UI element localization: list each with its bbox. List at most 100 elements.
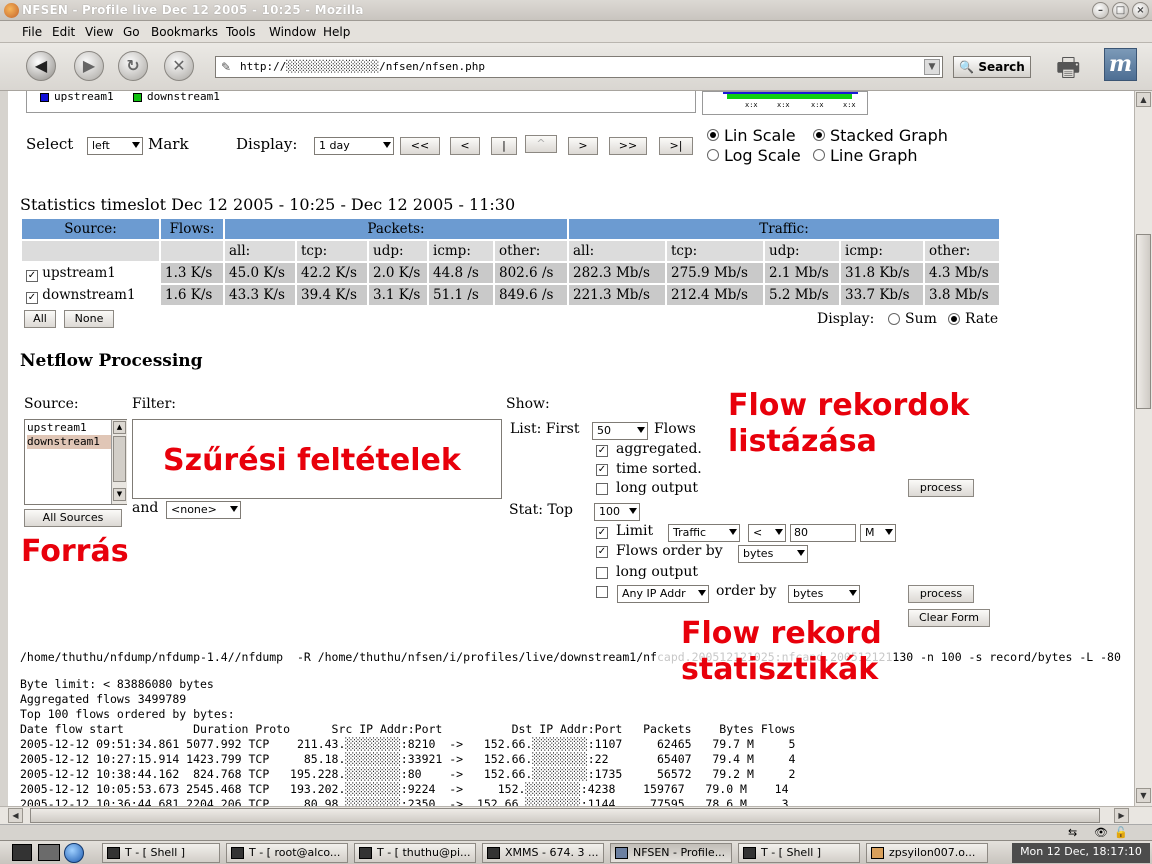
menu-help[interactable]: Help <box>323 25 350 39</box>
menu-go[interactable]: Go <box>123 25 140 39</box>
limit-field-dropdown[interactable]: Traffic <box>668 524 740 542</box>
stat-top-dropdown[interactable]: 100 <box>594 503 640 521</box>
nav-fast-forward-button[interactable]: >> <box>609 137 647 155</box>
minimize-button[interactable]: – <box>1092 2 1109 19</box>
menu-bookmarks[interactable]: Bookmarks <box>151 25 218 39</box>
command-line: /home/thuthu/nfdump/nfdump-1.4//nfdump -… <box>20 650 1121 664</box>
stop-button[interactable]: ✕ <box>164 51 194 81</box>
source-option-upstream1[interactable]: upstream1 <box>27 421 111 435</box>
scroll-right-icon[interactable]: ▶ <box>1114 808 1129 823</box>
task-thuthu[interactable]: T - [ thuthu@pi... <box>354 843 476 863</box>
any-ip-value: Any IP Addr <box>622 587 686 600</box>
close-button[interactable]: × <box>1132 2 1149 19</box>
url-text[interactable]: http://░░░░░░░░░░░░░░/nfsen/nfsen.php <box>240 60 485 73</box>
clear-form-button[interactable]: Clear Form <box>908 609 990 627</box>
limit-label: Limit <box>616 523 654 539</box>
scroll-up-icon[interactable]: ▲ <box>113 421 126 434</box>
scroll-down-icon[interactable]: ▼ <box>1136 788 1151 803</box>
nav-first-button[interactable]: << <box>400 137 440 155</box>
packets-all: 43.3 K/s <box>225 285 295 305</box>
sum-radio[interactable] <box>888 313 900 325</box>
list-process-button[interactable]: process <box>908 479 974 497</box>
show-desktop-icon[interactable] <box>12 844 32 861</box>
any-ip-checkbox[interactable] <box>596 586 608 598</box>
page-horizontal-scrollbar[interactable]: ◀ ▶ <box>0 806 1152 824</box>
limit-checkbox[interactable]: ✓ <box>596 527 608 539</box>
scroll-thumb[interactable] <box>30 808 1100 823</box>
scroll-down-icon[interactable]: ▼ <box>113 488 126 501</box>
terminal-launcher-icon[interactable] <box>38 844 60 861</box>
order-by-dropdown[interactable]: bytes <box>788 585 860 603</box>
nav-last-button[interactable]: >| <box>659 137 693 155</box>
url-dropdown-icon[interactable]: ▼ <box>924 59 940 75</box>
display-range-dropdown[interactable]: 1 day <box>314 137 394 155</box>
aggregated-checkbox[interactable]: ✓ <box>596 445 608 457</box>
all-sources-button[interactable]: All Sources <box>24 509 122 527</box>
stacked-graph-radio[interactable] <box>813 129 825 141</box>
scroll-left-icon[interactable]: ◀ <box>8 808 23 823</box>
task-shell-2[interactable]: T - [ Shell ] <box>738 843 860 863</box>
task-xmms[interactable]: XMMS - 674. 3 ... <box>482 843 604 863</box>
task-root-alco[interactable]: T - [ root@alco... <box>226 843 348 863</box>
log-scale-radio[interactable] <box>707 149 719 161</box>
menu-window[interactable]: Window <box>269 25 316 39</box>
flows-order-dropdown[interactable]: bytes <box>738 545 808 563</box>
rate-radio[interactable] <box>948 313 960 325</box>
window-titlebar[interactable]: NFSEN - Profile live Dec 12 2005 - 10:25… <box>0 0 1152 21</box>
legend-label-downstream1: downstream1 <box>147 91 220 103</box>
chevron-down-icon <box>629 508 637 514</box>
browser-launcher-icon[interactable] <box>64 843 84 863</box>
limit-value-input[interactable]: 80 <box>790 524 856 542</box>
select-all-button[interactable]: All <box>24 310 56 328</box>
scroll-thumb[interactable] <box>1136 234 1151 409</box>
source-listbox[interactable]: upstream1 downstream1 ▲ ▼ <box>24 419 127 505</box>
stat-long-output-checkbox[interactable] <box>596 567 608 579</box>
menu-view[interactable]: View <box>85 25 113 39</box>
list-first-dropdown[interactable]: 50 <box>592 422 648 440</box>
nav-center-button[interactable]: | <box>491 137 517 155</box>
select-side-dropdown[interactable]: left <box>87 137 143 155</box>
menu-edit[interactable]: Edit <box>52 25 75 39</box>
task-document[interactable]: zpsyilon007.o... <box>866 843 988 863</box>
flows-order-checkbox[interactable]: ✓ <box>596 546 608 558</box>
scroll-up-icon[interactable]: ▲ <box>1136 92 1151 107</box>
maximize-button[interactable]: □ <box>1112 2 1129 19</box>
source-checkbox-downstream1[interactable]: ✓ <box>26 291 38 304</box>
limit-field-value: Traffic <box>673 526 707 539</box>
and-filter-dropdown[interactable]: <none> <box>166 501 241 519</box>
lin-scale-radio[interactable] <box>707 129 719 141</box>
task-shell-1[interactable]: T - [ Shell ] <box>102 843 220 863</box>
nav-prev-button[interactable]: < <box>450 137 480 155</box>
select-none-button[interactable]: None <box>64 310 114 328</box>
scroll-thumb[interactable] <box>113 436 126 482</box>
menu-tools[interactable]: Tools <box>226 25 256 39</box>
back-button[interactable]: ◀ <box>26 51 56 81</box>
reload-button[interactable]: ↻ <box>118 51 148 81</box>
aggregated-label: aggregated. <box>616 441 702 457</box>
url-bar[interactable]: ✎ http://░░░░░░░░░░░░░░/nfsen/nfsen.php … <box>215 56 943 78</box>
forward-button[interactable]: ▶ <box>74 51 104 81</box>
source-option-downstream1[interactable]: downstream1 <box>27 435 111 449</box>
line-graph-radio[interactable] <box>813 149 825 161</box>
subheader: udp: <box>369 241 427 261</box>
menu-file[interactable]: File <box>22 25 42 39</box>
source-listbox-scrollbar[interactable]: ▲ ▼ <box>111 420 127 504</box>
forward-arrow-icon: ▶ <box>82 56 96 75</box>
task-nfsen[interactable]: NFSEN - Profile... <box>610 843 732 863</box>
limit-operator-dropdown[interactable]: < <box>748 524 786 542</box>
nav-up-button[interactable]: ^ <box>525 135 557 153</box>
graph-thumbnail[interactable]: x:x x:x x:x x:x <box>702 91 868 115</box>
print-icon[interactable]: 🖶 <box>1056 49 1081 93</box>
source-cell: ✓ downstream1 <box>22 285 159 305</box>
list-long-output-checkbox[interactable] <box>596 483 608 495</box>
search-button[interactable]: 🔍 Search <box>953 56 1031 78</box>
page-vertical-scrollbar[interactable]: ▲ ▼ <box>1134 91 1152 806</box>
time-sorted-checkbox[interactable]: ✓ <box>596 464 608 476</box>
nav-next-button[interactable]: > <box>568 137 598 155</box>
stat-process-button[interactable]: process <box>908 585 974 603</box>
source-checkbox-upstream1[interactable]: ✓ <box>26 269 38 282</box>
limit-unit-dropdown[interactable]: M <box>860 524 896 542</box>
any-ip-dropdown[interactable]: Any IP Addr <box>617 585 709 603</box>
filter-label: Filter: <box>132 396 176 412</box>
back-arrow-icon: ◀ <box>34 56 48 75</box>
